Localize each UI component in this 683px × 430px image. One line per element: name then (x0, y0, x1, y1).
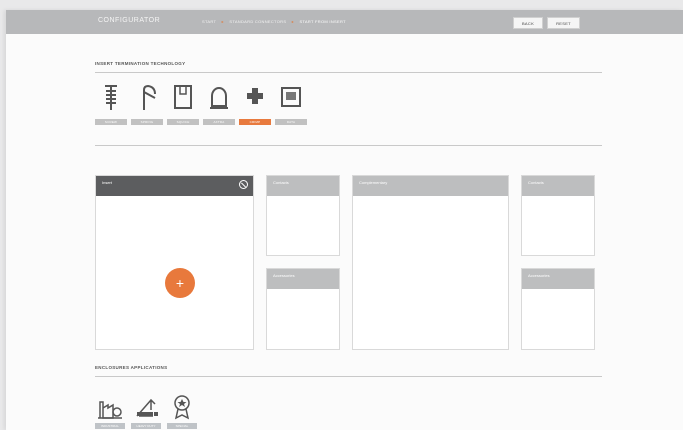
breadcrumb: START ▸ STANDARD CONNECTORS ▸ START FROM… (202, 19, 350, 24)
termination-option-axtra[interactable]: AXTRA (203, 82, 235, 128)
breadcrumb-standard-connectors[interactable]: STANDARD CONNECTORS (229, 19, 286, 24)
section-divider (95, 145, 602, 146)
crimp-icon (247, 88, 263, 104)
factory-icon (98, 401, 122, 419)
squich-icon (174, 85, 192, 109)
award-icon (174, 395, 190, 420)
section-divider (95, 376, 602, 377)
enclosure-option-industrial[interactable]: INDUSTRIAL (95, 394, 125, 430)
reset-button[interactable]: RESET (547, 17, 580, 29)
top-bar: CONFIGURATOR START ▸ STANDARD CONNECTORS… (6, 10, 683, 34)
section-divider (95, 72, 602, 73)
termination-label: CRIMP (239, 119, 271, 125)
breadcrumb-start[interactable]: START (202, 19, 216, 24)
insert-panel-title: Insert (102, 180, 113, 185)
contacts-panel-header: Contacts (267, 176, 339, 196)
termination-option-data[interactable]: DATA (275, 82, 307, 128)
termination-option-spring[interactable]: SPRING (131, 82, 163, 128)
accessories-panel-left: Accessories (266, 268, 340, 350)
accessories-panel-header: Accessories (267, 269, 339, 289)
app-frame: CONFIGURATOR START ▸ STANDARD CONNECTORS… (6, 10, 683, 430)
breadcrumb-separator: ▸ (291, 19, 295, 24)
enclosure-label: INDUSTRIAL (95, 423, 125, 429)
termination-option-screw[interactable]: SCREW (95, 82, 127, 128)
add-insert-button[interactable]: + (165, 268, 195, 298)
enclosure-label: HEAVY DUTY (131, 423, 161, 429)
breadcrumb-separator: ▸ (221, 19, 224, 24)
edit-icon[interactable] (239, 180, 248, 189)
contacts-panel: Contacts (266, 175, 340, 256)
insert-panel-header: Insert (96, 176, 253, 196)
section-title-enclosures: ENCLOSURES APPLICATIONS (95, 365, 168, 370)
termination-label: AXTRA (203, 119, 235, 125)
enclosure-label: SPECIAL (167, 423, 197, 429)
termination-option-squich[interactable]: SQUICH (167, 82, 199, 128)
complementary-panel: Complementary (352, 175, 509, 350)
spring-icon (143, 84, 156, 110)
back-button[interactable]: BACK (513, 17, 543, 29)
contacts-panel-right: Contacts (521, 175, 595, 256)
screw-icon (105, 85, 117, 110)
contacts-panel-header: Contacts (522, 176, 594, 196)
axtra-icon (210, 87, 228, 109)
enclosure-option-special[interactable]: SPECIAL (167, 394, 197, 430)
section-title-termination: INSERT TERMINATION TECHNOLOGY (95, 61, 186, 66)
termination-label: SPRING (131, 119, 163, 125)
accessories-panel-right: Accessories (521, 268, 595, 350)
termination-label: DATA (275, 119, 307, 125)
complementary-panel-header: Complementary (353, 176, 508, 196)
termination-label: SCREW (95, 119, 127, 125)
crane-icon (136, 398, 158, 417)
accessories-panel-header: Accessories (522, 269, 594, 289)
termination-label: SQUICH (167, 119, 199, 125)
insert-panel: Insert (95, 175, 254, 350)
breadcrumb-start-from-insert[interactable]: START FROM INSERT (299, 19, 345, 24)
app-title: CONFIGURATOR (98, 17, 161, 24)
enclosure-option-heavy-duty[interactable]: HEAVY DUTY (131, 394, 161, 430)
termination-option-crimp[interactable]: CRIMP (239, 82, 271, 128)
data-icon (281, 87, 301, 107)
